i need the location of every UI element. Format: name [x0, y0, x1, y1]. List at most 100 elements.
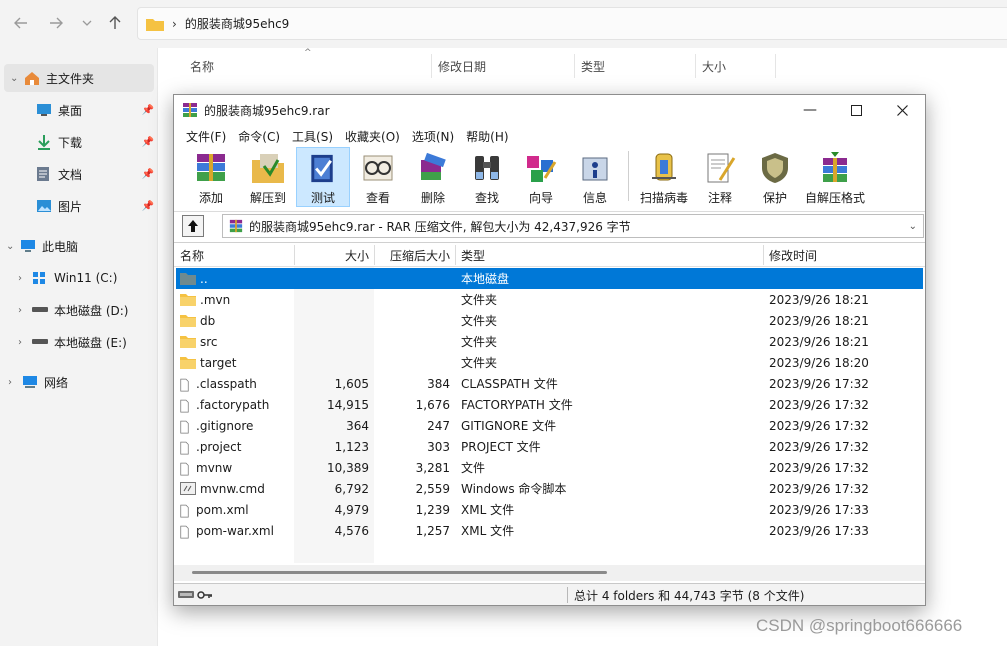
menu-options[interactable]: 选项(N) — [406, 128, 460, 145]
up-folder-button[interactable] — [182, 215, 204, 237]
winrar-logo-icon — [229, 219, 243, 233]
column-header-packed[interactable]: 压缩后大小 — [375, 243, 450, 267]
forward-button[interactable] — [45, 12, 67, 34]
table-row[interactable]: .gitignore 364 247 GITIGNORE 文件 2023/9/26 17… — [176, 415, 923, 436]
home-icon — [25, 72, 39, 85]
cell-packed-size — [375, 352, 450, 373]
cell-modified: 2023/9/26 17:33 — [769, 523, 869, 538]
folder-icon — [146, 18, 164, 31]
close-button[interactable] — [879, 95, 925, 125]
virus-scan-button[interactable]: 扫描病毒 — [635, 147, 693, 207]
toolbar-label: 添加 — [198, 191, 223, 205]
back-button[interactable] — [10, 12, 32, 34]
menu-commands[interactable]: 命令(C) — [232, 128, 286, 145]
folder-icon — [180, 336, 196, 348]
cell-modified: 2023/9/26 18:20 — [769, 355, 869, 370]
delete-icon — [421, 152, 446, 180]
up-button[interactable] — [104, 12, 126, 34]
sidebar-item-documents[interactable]: 文档 📌 — [36, 160, 154, 188]
sidebar-item-downloads[interactable]: 下载 📌 — [36, 128, 154, 156]
column-header-modified[interactable]: 修改时间 — [769, 243, 919, 267]
sidebar-item-network[interactable]: › 网络 — [8, 368, 154, 396]
extract-to-button[interactable]: 解压到 — [240, 147, 296, 207]
protect-icon — [762, 153, 788, 183]
toolbar-separator — [628, 151, 629, 201]
toolbar-label: 信息 — [582, 191, 607, 205]
cell-type: GITIGNORE 文件 — [461, 419, 557, 433]
cell-name: .factorypath — [180, 394, 296, 415]
cell-modified: 2023/9/26 18:21 — [769, 334, 869, 349]
close-icon — [896, 104, 908, 116]
archive-file-list: 名称 ^ 大小 压缩后大小 类型 修改时间 .. 本地磁盘 .mvn 文件夹 2023/… — [174, 242, 925, 564]
menu-help[interactable]: 帮助(H) — [460, 128, 514, 145]
menu-favorites[interactable]: 收藏夹(O) — [339, 128, 406, 145]
table-row[interactable]: mvnw 10,389 3,281 文件 2023/9/26 17:32 — [176, 457, 923, 478]
table-row[interactable]: .factorypath 14,915 1,676 FACTORYPATH 文件 202… — [176, 394, 923, 415]
comment-button[interactable]: 注释 — [693, 147, 747, 207]
cell-modified: 2023/9/26 17:32 — [769, 376, 869, 391]
cell-packed-size: 1,257 — [415, 523, 450, 538]
cell-type: 文件夹 — [461, 335, 498, 349]
table-row[interactable]: .. 本地磁盘 — [176, 268, 923, 289]
table-row[interactable]: db 文件夹 2023/9/26 18:21 — [176, 310, 923, 331]
address-text: 的服装商城95ehc9 — [184, 17, 290, 31]
info-button[interactable]: 信息 — [568, 147, 622, 207]
scrollbar-thumb[interactable] — [192, 571, 607, 574]
table-row[interactable]: target 文件夹 2023/9/26 18:20 — [176, 352, 923, 373]
sidebar-item-desktop[interactable]: 桌面 📌 — [36, 96, 154, 124]
protect-button[interactable]: 保护 — [747, 147, 803, 207]
maximize-button[interactable] — [833, 95, 879, 125]
view-button[interactable]: 查看 — [350, 147, 406, 207]
menu-tools[interactable]: 工具(S) — [286, 128, 339, 145]
table-row[interactable]: mvnw.cmd 6,792 2,559 Windows 命令脚本 2023/9/26 … — [176, 478, 923, 499]
toolbar-label: 删除 — [420, 191, 445, 205]
column-header-modified[interactable]: 修改日期 — [432, 54, 574, 78]
sidebar-item-drive-e[interactable]: › 本地磁盘 (E:) — [18, 328, 154, 356]
sidebar-item-drive-d[interactable]: › 本地磁盘 (D:) — [18, 296, 154, 324]
address-bar[interactable]: › 的服装商城95ehc9 — [137, 7, 1007, 40]
column-header-type[interactable]: 类型 — [575, 54, 695, 78]
window-title: 的服装商城95ehc9.rar — [204, 103, 330, 118]
column-header-size[interactable]: 大小 — [696, 54, 776, 78]
recent-dropdown-button[interactable] — [76, 12, 98, 34]
sfx-button[interactable]: 自解压格式 — [803, 147, 867, 207]
table-row[interactable]: .classpath 1,605 384 CLASSPATH 文件 2023/9/26 … — [176, 373, 923, 394]
toolbar-label: 保护 — [762, 191, 787, 205]
table-row[interactable]: .mvn 文件夹 2023/9/26 18:21 — [176, 289, 923, 310]
find-button[interactable]: 查找 — [460, 147, 514, 207]
network-icon — [23, 376, 37, 388]
minimize-button[interactable]: — — [787, 95, 833, 125]
sidebar-item-home[interactable]: ⌄ 主文件夹 — [4, 64, 154, 92]
file-name: db — [200, 313, 216, 328]
add-button[interactable]: 添加 — [182, 147, 240, 207]
explorer-sidebar: ⌄ 主文件夹 桌面 📌 下载 📌 文档 📌 图片 📌 ⌄ 此电脑 › Win11… — [0, 48, 158, 646]
column-header-type[interactable]: 类型 — [461, 243, 761, 267]
file-name: target — [200, 355, 237, 370]
archive-path-dropdown[interactable]: 的服装商城95ehc9.rar - RAR 压缩文件, 解包大小为 42,437… — [222, 214, 924, 238]
sidebar-item-pictures[interactable]: 图片 📌 — [36, 192, 154, 220]
file-name: mvnw — [196, 460, 233, 475]
column-separator — [455, 245, 456, 265]
explorer-toolbar: › 的服装商城95ehc9 — [0, 0, 1007, 48]
chevron-down-icon: ⌄ — [6, 240, 15, 252]
test-button[interactable]: 测试 — [296, 147, 350, 207]
file-icon — [180, 420, 189, 433]
menu-file[interactable]: 文件(F) — [180, 128, 232, 145]
table-row[interactable]: pom-war.xml 4,576 1,257 XML 文件 2023/9/26 17:… — [176, 520, 923, 541]
cell-type: PROJECT 文件 — [461, 440, 541, 454]
table-row[interactable]: pom.xml 4,979 1,239 XML 文件 2023/9/26 17:33 — [176, 499, 923, 520]
pin-icon: 📌 — [141, 104, 154, 116]
sidebar-item-drive-c[interactable]: › Win11 (C:) — [18, 264, 154, 292]
watermark: CSDN @springboot666666 — [756, 616, 963, 635]
horizontal-scrollbar[interactable] — [174, 565, 925, 581]
delete-button[interactable]: 删除 — [406, 147, 460, 207]
cell-size: 1,123 — [334, 439, 369, 454]
table-row[interactable]: src 文件夹 2023/9/26 18:21 — [176, 331, 923, 352]
sidebar-home-label: 主文件夹 — [46, 71, 95, 86]
sidebar-item-this-pc[interactable]: ⌄ 此电脑 — [6, 232, 154, 260]
cell-name: pom-war.xml — [180, 520, 296, 541]
column-header-size[interactable]: 大小 — [295, 243, 369, 267]
wizard-button[interactable]: 向导 — [514, 147, 568, 207]
cell-modified: 2023/9/26 17:32 — [769, 481, 869, 496]
table-row[interactable]: .project 1,123 303 PROJECT 文件 2023/9/26 17:3… — [176, 436, 923, 457]
